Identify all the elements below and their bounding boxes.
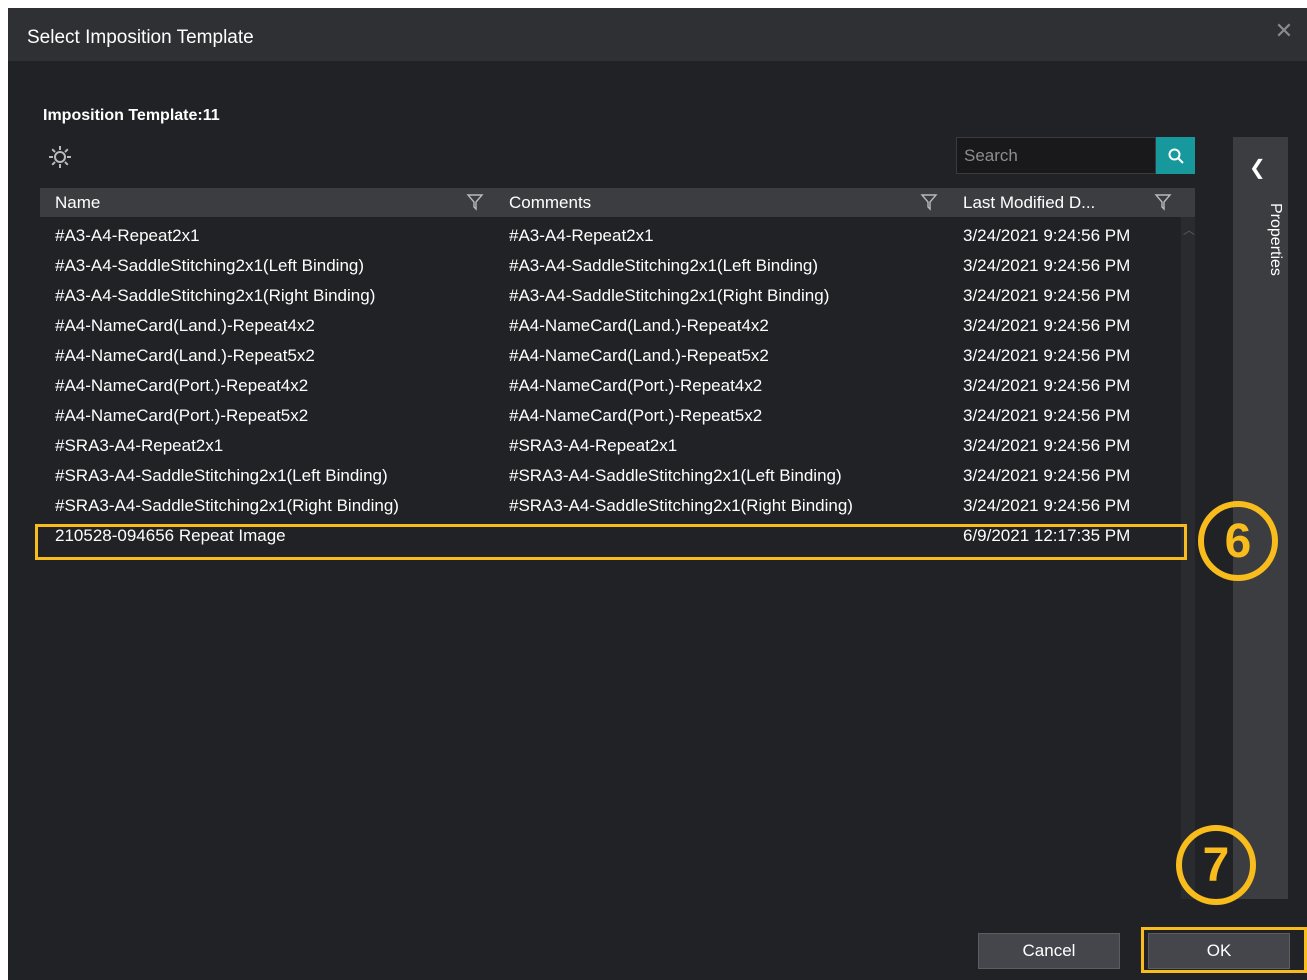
cell-modified: 3/24/2021 9:24:56 PM — [963, 316, 1131, 335]
properties-label: Properties — [1267, 203, 1284, 276]
cell-modified: 3/24/2021 9:24:56 PM — [963, 406, 1131, 425]
cell-name: #A4-NameCard(Port.)-Repeat4x2 — [55, 376, 309, 395]
search-button[interactable] — [1156, 137, 1195, 174]
cell-comments: #A4-NameCard(Land.)-Repeat5x2 — [509, 346, 769, 365]
table-row[interactable]: #A4-NameCard(Land.)-Repeat5x2 #A4-NameCa… — [40, 341, 1180, 371]
template-count-label: Imposition Template:11 — [43, 107, 220, 124]
cell-comments: #SRA3-A4-SaddleStitching2x1(Left Binding… — [509, 466, 842, 485]
cell-comments: #SRA3-A4-Repeat2x1 — [509, 436, 678, 455]
cell-modified: 3/24/2021 9:24:56 PM — [963, 436, 1131, 455]
step-7-marker: 7 — [1176, 825, 1256, 905]
table-row[interactable]: #A3-A4-SaddleStitching2x1(Right Binding)… — [40, 281, 1180, 311]
cell-name: #A4-NameCard(Port.)-Repeat5x2 — [55, 406, 309, 425]
column-header-last-modified[interactable]: Last Modified D... — [963, 188, 1095, 217]
table-row[interactable]: #A4-NameCard(Port.)-Repeat4x2 #A4-NameCa… — [40, 371, 1180, 401]
select-imposition-template-dialog: Select Imposition Template ✕ Imposition … — [8, 8, 1307, 980]
chevron-left-icon: ❮ — [1249, 157, 1266, 179]
search-icon — [1168, 148, 1184, 164]
dialog-titlebar: Select Imposition Template ✕ — [8, 8, 1307, 61]
cell-modified: 3/24/2021 9:24:56 PM — [963, 226, 1131, 245]
gear-icon-glyph — [49, 146, 71, 168]
cell-name: #SRA3-A4-Repeat2x1 — [55, 436, 224, 455]
table-row[interactable]: #A3-A4-Repeat2x1 #A3-A4-Repeat2x1 3/24/2… — [40, 221, 1180, 251]
cell-comments: #A3-A4-SaddleStitching2x1(Left Binding) — [509, 256, 819, 275]
cell-comments: #A4-NameCard(Port.)-Repeat5x2 — [509, 406, 763, 425]
step-6-marker: 6 — [1198, 501, 1278, 581]
cell-modified: 3/24/2021 9:24:56 PM — [963, 346, 1131, 365]
column-header-name[interactable]: Name — [55, 188, 100, 217]
gear-icon[interactable] — [46, 143, 76, 173]
filter-icon[interactable] — [920, 193, 938, 211]
cell-name: #A4-NameCard(Land.)-Repeat4x2 — [55, 316, 315, 335]
cell-modified: 3/24/2021 9:24:56 PM — [963, 496, 1131, 515]
table-row[interactable]: #A4-NameCard(Port.)-Repeat5x2 #A4-NameCa… — [40, 401, 1180, 431]
cell-name: #SRA3-A4-SaddleStitching2x1(Right Bindin… — [55, 496, 399, 515]
cell-modified: 3/24/2021 9:24:56 PM — [963, 466, 1131, 485]
cell-name: #A3-A4-SaddleStitching2x1(Left Binding) — [55, 256, 365, 275]
cell-comments: #A3-A4-Repeat2x1 — [509, 226, 654, 245]
cell-comments: #SRA3-A4-SaddleStitching2x1(Right Bindin… — [509, 496, 853, 515]
cell-name: #A3-A4-Repeat2x1 — [55, 226, 200, 245]
cell-name: #A4-NameCard(Land.)-Repeat5x2 — [55, 346, 315, 365]
cancel-button[interactable]: Cancel — [978, 933, 1120, 969]
cell-comments: #A3-A4-SaddleStitching2x1(Right Binding) — [509, 286, 830, 305]
table-row[interactable]: #SRA3-A4-SaddleStitching2x1(Right Bindin… — [40, 491, 1180, 521]
search-input[interactable] — [957, 138, 1155, 173]
table-row[interactable]: #A3-A4-SaddleStitching2x1(Left Binding) … — [40, 251, 1180, 281]
dialog-title: Select Imposition Template — [27, 27, 254, 48]
table-row[interactable]: #SRA3-A4-Repeat2x1 #SRA3-A4-Repeat2x1 3/… — [40, 431, 1180, 461]
cell-name: #A3-A4-SaddleStitching2x1(Right Binding) — [55, 286, 376, 305]
cell-modified: 3/24/2021 9:24:56 PM — [963, 256, 1131, 275]
cell-modified: 3/24/2021 9:24:56 PM — [963, 376, 1131, 395]
filter-icon[interactable] — [466, 193, 484, 211]
column-header-comments[interactable]: Comments — [509, 188, 591, 217]
filter-icon[interactable] — [1154, 193, 1172, 211]
close-icon[interactable]: ✕ — [1271, 18, 1297, 44]
scroll-up-icon[interactable]: ︿ — [1183, 221, 1195, 238]
table-row[interactable]: #A4-NameCard(Land.)-Repeat4x2 #A4-NameCa… — [40, 311, 1180, 341]
search-field-container — [956, 137, 1156, 174]
table-header: Name Comments Last Modified D... — [40, 188, 1195, 217]
ok-button-highlight — [1141, 927, 1307, 973]
cell-comments: #A4-NameCard(Port.)-Repeat4x2 — [509, 376, 763, 395]
cell-name: #SRA3-A4-SaddleStitching2x1(Left Binding… — [55, 466, 388, 485]
cell-comments: #A4-NameCard(Land.)-Repeat4x2 — [509, 316, 769, 335]
selected-row-highlight — [35, 524, 1187, 560]
cell-modified: 3/24/2021 9:24:56 PM — [963, 286, 1131, 305]
table-row[interactable]: #SRA3-A4-SaddleStitching2x1(Left Binding… — [40, 461, 1180, 491]
